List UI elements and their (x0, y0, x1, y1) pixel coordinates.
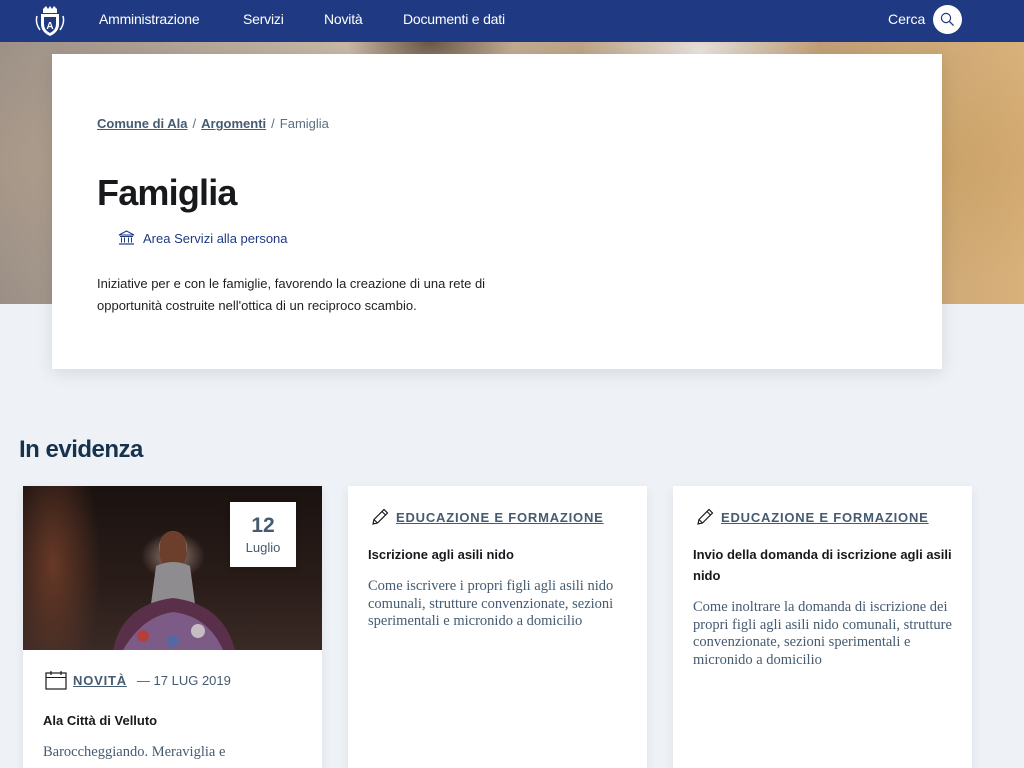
card-category-row: EDUCAZIONE E FORMAZIONE (695, 507, 929, 527)
card-category-link[interactable]: NOVITÀ (73, 673, 127, 688)
nav-documenti-e-dati[interactable]: Documenti e dati (403, 0, 505, 42)
area-link[interactable]: Area Servizi alla persona (118, 230, 288, 246)
pencil-icon (697, 508, 714, 525)
date-badge-month: Luglio (245, 540, 281, 555)
date-badge-day: 12 (251, 514, 275, 537)
page-description: Iniziative per e con le famiglie, favore… (97, 276, 486, 313)
pencil-icon (372, 508, 389, 525)
card-text: Come iscrivere i propri figli agli asili… (368, 578, 614, 629)
crest-logo[interactable]: A (32, 3, 68, 39)
top-nav-bar: A Amministrazione Servizi Novità Documen… (0, 0, 1024, 42)
card-title[interactable]: Invio della domanda di iscrizione agli a… (693, 544, 953, 586)
card-text: Baroccheggiando. Meraviglia e (43, 744, 226, 760)
card-title[interactable]: Ala Città di Velluto (43, 710, 303, 731)
card-category-link[interactable]: EDUCAZIONE E FORMAZIONE (721, 510, 929, 525)
area-link-label: Area Servizi alla persona (143, 230, 288, 246)
calendar-icon (45, 671, 67, 690)
section-title-in-evidenza: In evidenza (19, 436, 143, 463)
svg-text:A: A (46, 21, 53, 32)
breadcrumb-argomenti[interactable]: Argomenti (201, 116, 266, 131)
card-date: — 17 LUG 2019 (136, 672, 231, 688)
card-category-row: EDUCAZIONE E FORMAZIONE (370, 507, 604, 527)
hero-card: Comune di Ala / Argomenti / Famiglia Famigli… (52, 54, 942, 369)
search-icon (940, 12, 954, 26)
card-title[interactable]: Iscrizione agli asili nido (368, 544, 628, 565)
highlight-card-3: EDUCAZIONE E FORMAZIONE Invio della doma… (673, 486, 972, 768)
card-category-row: NOVITÀ — 17 LUG 2019 (45, 670, 231, 690)
card-category-link[interactable]: EDUCAZIONE E FORMAZIONE (396, 510, 604, 525)
institution-icon (118, 230, 135, 245)
highlight-card-2: EDUCAZIONE E FORMAZIONE Iscrizione agli … (348, 486, 647, 768)
breadcrumb-separator: / (271, 116, 275, 131)
nav-novita[interactable]: Novità (324, 0, 363, 42)
breadcrumb-separator: / (192, 116, 197, 131)
page-title: Famiglia (97, 172, 237, 213)
breadcrumb: Comune di Ala / Argomenti / Famiglia (97, 116, 329, 131)
card-text: Come inoltrare la domanda di iscrizione … (693, 599, 952, 668)
search-button[interactable] (933, 5, 962, 34)
crest-icon: A (35, 6, 65, 36)
breadcrumb-current: Famiglia (279, 116, 329, 131)
date-badge: 12 Luglio (230, 502, 296, 567)
nav-amministrazione[interactable]: Amministrazione (99, 0, 200, 42)
card-image[interactable]: 12 Luglio (23, 486, 322, 650)
nav-servizi[interactable]: Servizi (243, 0, 284, 42)
breadcrumb-home[interactable]: Comune di Ala (97, 116, 188, 131)
highlight-card-1: 12 Luglio NOVITÀ — 17 LUG 2019 Ala Città… (23, 486, 322, 768)
search-label[interactable]: Cerca (888, 0, 925, 42)
